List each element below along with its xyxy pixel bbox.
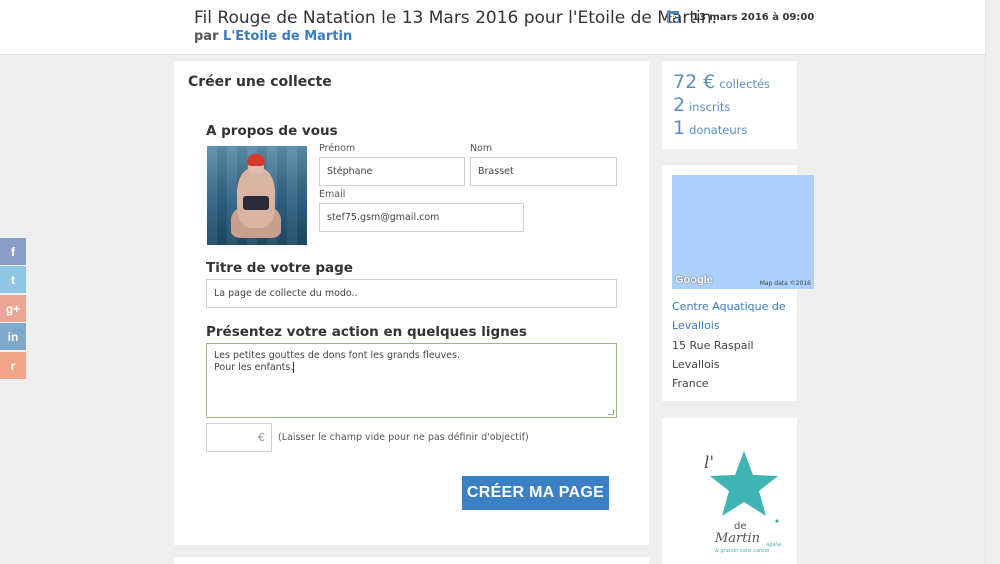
stat-collected: 72 € collectés xyxy=(673,71,786,94)
location-card: Google Map data ©2016 Centre Aquatique d… xyxy=(662,165,814,401)
venue-link[interactable]: Centre Aquatique de Levallois xyxy=(672,297,792,335)
calendar-icon xyxy=(667,11,679,23)
location-map[interactable]: Google Map data ©2016 xyxy=(672,175,814,289)
goal-amount-input[interactable]: € xyxy=(206,423,272,452)
stat-number: 72 € xyxy=(673,71,716,93)
page-title-heading: Titre de votre page xyxy=(206,260,353,276)
event-organizer-line: par L'Etoile de Martin xyxy=(194,29,352,44)
firstname-label: Prénom xyxy=(319,143,356,154)
stat-label: donateurs xyxy=(689,123,748,137)
facebook-icon: f xyxy=(11,244,15,259)
event-header: Fil Rouge de Natation le 13 Mars 2016 po… xyxy=(0,0,1000,55)
create-fundraiser-card: Créer une collecte A propos de vous Prén… xyxy=(174,61,649,545)
map-attribution[interactable]: Map data ©2016 xyxy=(760,280,811,287)
logo-text-martin: Martin xyxy=(714,531,760,546)
google-logo[interactable]: Google xyxy=(675,274,713,286)
reddit-share-button[interactable]: r xyxy=(0,352,26,379)
description-textarea[interactable]: Les petites gouttes de dons font les gra… xyxy=(206,343,617,418)
resize-handle[interactable] xyxy=(608,409,614,415)
dot-mark xyxy=(775,519,779,523)
twitter-icon: t xyxy=(11,272,15,287)
description-line: Les petites gouttes de dons font les gra… xyxy=(214,350,461,361)
description-line: Pour les enfants. xyxy=(214,362,295,373)
twitter-share-button[interactable]: t xyxy=(0,266,26,293)
stats-card: 72 € collectés 2 inscrits 1 donateurs xyxy=(662,61,797,149)
event-date: 13 mars 2016 à 09:00 xyxy=(667,11,814,23)
stat-donors: 1 donateurs xyxy=(673,117,786,140)
googleplus-icon: g+ xyxy=(5,301,21,316)
stat-number: 1 xyxy=(673,117,686,139)
venue-city: Levallois xyxy=(672,358,720,371)
organizer-logo[interactable]: l' de Martin agalia & grandir sans cance… xyxy=(698,448,788,558)
firstname-field[interactable]: Stéphane xyxy=(319,157,465,186)
lastname-label: Nom xyxy=(470,143,493,154)
logo-tagline-2: & grandir sans cancer xyxy=(715,548,771,554)
star-icon xyxy=(710,451,778,516)
description-heading: Présentez votre action en quelques ligne… xyxy=(206,324,527,340)
about-heading: A propos de vous xyxy=(206,123,338,139)
stat-number: 2 xyxy=(673,94,686,116)
organizer-logo-card: l' de Martin agalia & grandir sans cance… xyxy=(662,418,797,564)
goal-amount-hint: (Laisser le champ vide pour ne pas défin… xyxy=(278,432,529,443)
email-label: Email xyxy=(319,189,346,200)
logo-text-l: l' xyxy=(704,453,714,473)
secondary-card xyxy=(174,557,649,564)
email-field[interactable]: stef75.gsm@gmail.com xyxy=(319,203,524,232)
reddit-icon: r xyxy=(10,358,16,373)
lastname-field[interactable]: Brasset xyxy=(470,157,617,186)
linkedin-icon: in xyxy=(7,329,19,344)
text-caret xyxy=(293,362,295,373)
vertical-scrollbar[interactable] xyxy=(985,0,1000,564)
by-prefix: par xyxy=(194,29,219,44)
profile-photo[interactable] xyxy=(207,146,307,245)
facebook-share-button[interactable]: f xyxy=(0,238,26,265)
stat-registered: 2 inscrits xyxy=(673,94,786,117)
section-title: Créer une collecte xyxy=(188,74,332,90)
page-title-field[interactable]: La page de collecte du modo.. xyxy=(206,279,617,308)
stat-label: collectés xyxy=(719,77,771,91)
googleplus-share-button[interactable]: g+ xyxy=(0,295,26,322)
venue-street: 15 Rue Raspail xyxy=(672,339,754,352)
event-title: Fil Rouge de Natation le 13 Mars 2016 po… xyxy=(194,8,717,28)
event-date-text: 13 mars 2016 à 09:00 xyxy=(692,11,815,23)
create-page-button[interactable]: CRÉER MA PAGE xyxy=(462,476,609,510)
linkedin-share-button[interactable]: in xyxy=(0,323,26,350)
stat-label: inscrits xyxy=(689,100,731,114)
venue-country: France xyxy=(672,377,709,390)
organizer-link[interactable]: L'Etoile de Martin xyxy=(223,29,352,44)
euro-symbol: € xyxy=(258,431,265,444)
